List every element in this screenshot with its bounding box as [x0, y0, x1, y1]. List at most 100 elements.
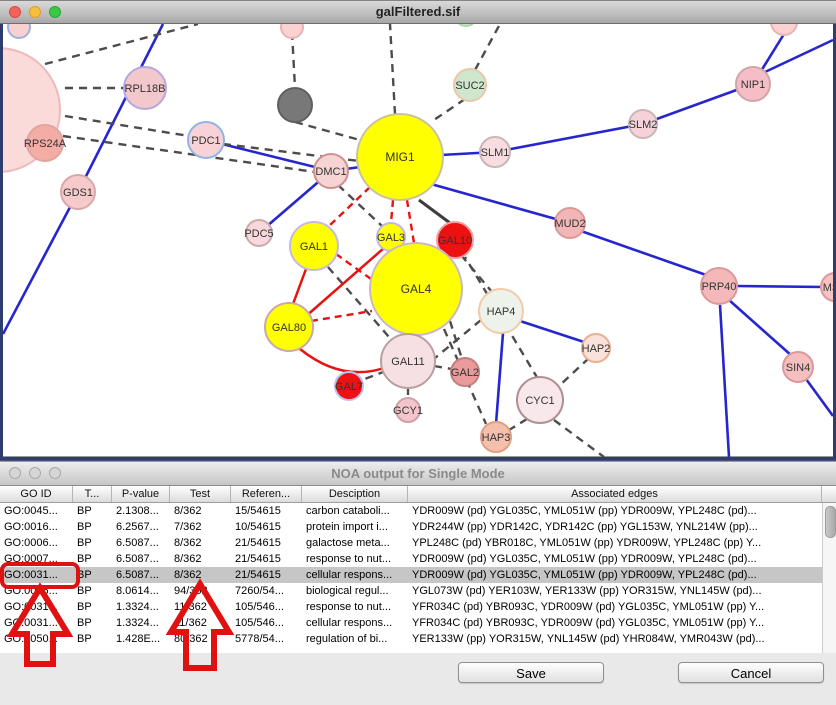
- network-edge[interactable]: [292, 32, 295, 88]
- noa-titlebar: NOA output for Single Mode: [0, 461, 836, 486]
- node-label: HAP3: [482, 432, 511, 444]
- cell-p-value: 2.1308...: [112, 503, 170, 519]
- network-edge[interactable]: [554, 420, 604, 457]
- network-edge[interactable]: [495, 124, 643, 152]
- network-edge[interactable]: [328, 187, 370, 227]
- network-edge[interactable]: [737, 286, 825, 287]
- network-node[interactable]: [455, 24, 477, 26]
- table-row[interactable]: GO:0031...BP6.5087...8/36221/54615cellul…: [0, 567, 822, 583]
- node-label: HAP2: [582, 343, 611, 355]
- network-node[interactable]: [281, 24, 303, 38]
- cell-test: 8/362: [170, 551, 231, 567]
- node-label: GAL2: [451, 367, 479, 379]
- table-row[interactable]: GO:0006...BP6.5087...8/36221/54615galact…: [0, 535, 822, 551]
- table-row[interactable]: GO:0007...BP6.5087...8/36221/54615respon…: [0, 551, 822, 567]
- network-edge[interactable]: [311, 311, 372, 321]
- node-label: SUC2: [455, 80, 484, 92]
- table-body: GO:0045...BP2.1308...8/36215/54615carbon…: [0, 503, 822, 653]
- network-node[interactable]: [8, 24, 30, 38]
- network-edge[interactable]: [391, 200, 393, 223]
- network-edge[interactable]: [509, 419, 527, 430]
- cancel-button[interactable]: Cancel: [678, 662, 824, 683]
- node-label: PDC5: [244, 228, 273, 240]
- cell-description: response to nut...: [302, 599, 408, 615]
- cell-type: BP: [73, 631, 112, 647]
- cell-go-id: GO:0031...: [0, 615, 73, 631]
- cell-edges: YER133W (pp) YOR315W, YNL145W (pd) YHR08…: [408, 631, 822, 647]
- column-header-t[interactable]: T...: [73, 486, 112, 502]
- cell-test: 7/362: [170, 519, 231, 535]
- cell-p-value: 1.3324...: [112, 615, 170, 631]
- network-edge[interactable]: [295, 122, 367, 142]
- cell-reference: 105/546...: [231, 615, 302, 631]
- cell-test: 8/362: [170, 567, 231, 583]
- column-header-desciption[interactable]: Desciption: [302, 486, 408, 502]
- cell-reference: 105/546...: [231, 599, 302, 615]
- node-label: DMC1: [315, 166, 346, 178]
- table-row[interactable]: GO:0016...BP6.2567...7/36210/54615protei…: [0, 519, 822, 535]
- node-label: GAL4: [401, 282, 432, 296]
- node-label: MUD2: [554, 218, 585, 230]
- column-header-referen[interactable]: Referen...: [231, 486, 302, 502]
- network-edge[interactable]: [475, 24, 500, 70]
- network-edge[interactable]: [407, 200, 414, 243]
- network-canvas[interactable]: RPL18BRPS24AGDS1PDC1DMC1MIG1SLM1SLM2NIP1…: [3, 24, 833, 457]
- node-label: GDS1: [63, 187, 93, 199]
- network-edge[interactable]: [729, 300, 792, 356]
- cell-reference: 21/54615: [231, 567, 302, 583]
- cell-description: galactose meta...: [302, 535, 408, 551]
- cell-reference: 21/54615: [231, 535, 302, 551]
- node-label: CYC1: [525, 395, 554, 407]
- column-header-pvalue[interactable]: P-value: [112, 486, 170, 502]
- network-edge[interactable]: [390, 24, 395, 114]
- node-label: GAL80: [272, 322, 306, 334]
- cell-edges: YDR009W (pd) YGL035C, YML051W (pp) YDR00…: [408, 551, 822, 567]
- node-label: GCY1: [393, 405, 423, 417]
- network-edge[interactable]: [559, 358, 589, 386]
- network-edge[interactable]: [431, 99, 465, 122]
- cell-reference: 15/54615: [231, 503, 302, 519]
- network-edge[interactable]: [806, 379, 833, 416]
- cell-p-value: 1.3324...: [112, 599, 170, 615]
- vertical-scrollbar[interactable]: [822, 503, 836, 653]
- table-row[interactable]: GO:0031...BP1.3324...11/362105/546...cel…: [0, 615, 822, 631]
- table-row[interactable]: GO:0031...BP1.3324...11/362105/546...res…: [0, 599, 822, 615]
- node-label: NIP1: [741, 79, 765, 91]
- cell-type: BP: [73, 599, 112, 615]
- network-edge[interactable]: [293, 269, 306, 304]
- table-row[interactable]: GO:0045...BP2.1308...8/36215/54615carbon…: [0, 503, 822, 519]
- network-node[interactable]: [771, 24, 797, 35]
- node-label: PRP40: [702, 281, 737, 293]
- column-header-associatededges[interactable]: Associated edges: [408, 486, 822, 502]
- table-header-row: GO IDT...P-valueTestReferen...Desciption…: [0, 486, 836, 503]
- table-row[interactable]: GO:0065...BP8.0614...94/3627260/54...bio…: [0, 583, 822, 599]
- button-bar: Save Cancel: [0, 653, 836, 705]
- network-edge[interactable]: [65, 116, 189, 136]
- node-label: SLM2: [629, 119, 658, 131]
- network-edge[interactable]: [434, 366, 452, 369]
- cell-p-value: 6.5087...: [112, 551, 170, 567]
- cell-p-value: 6.5087...: [112, 535, 170, 551]
- network-edge[interactable]: [45, 24, 198, 64]
- node-label: SLM1: [481, 147, 510, 159]
- save-button[interactable]: Save: [458, 662, 604, 683]
- network-edge[interactable]: [431, 184, 570, 223]
- column-header-goid[interactable]: GO ID: [0, 486, 73, 502]
- network-edge[interactable]: [765, 40, 833, 72]
- node-label: GAL3: [377, 232, 405, 244]
- cell-go-id: GO:0031...: [0, 599, 73, 615]
- network-edge[interactable]: [300, 349, 384, 372]
- network-edge[interactable]: [720, 305, 729, 457]
- scrollbar-thumb[interactable]: [825, 506, 836, 538]
- network-edge[interactable]: [496, 333, 503, 424]
- network-edge[interactable]: [517, 320, 584, 342]
- network-edge[interactable]: [461, 255, 492, 292]
- network-edge[interactable]: [3, 192, 78, 334]
- table-row[interactable]: GO:0050...BP1.428E...80/3625778/54...reg…: [0, 631, 822, 647]
- column-header-test[interactable]: Test: [170, 486, 231, 502]
- network-edge[interactable]: [581, 231, 709, 276]
- cell-description: response to nut...: [302, 551, 408, 567]
- network-node[interactable]: [278, 88, 312, 122]
- cell-edges: YDR244W (pp) YDR142C, YDR142C (pp) YGL15…: [408, 519, 822, 535]
- network-edge[interactable]: [419, 200, 450, 223]
